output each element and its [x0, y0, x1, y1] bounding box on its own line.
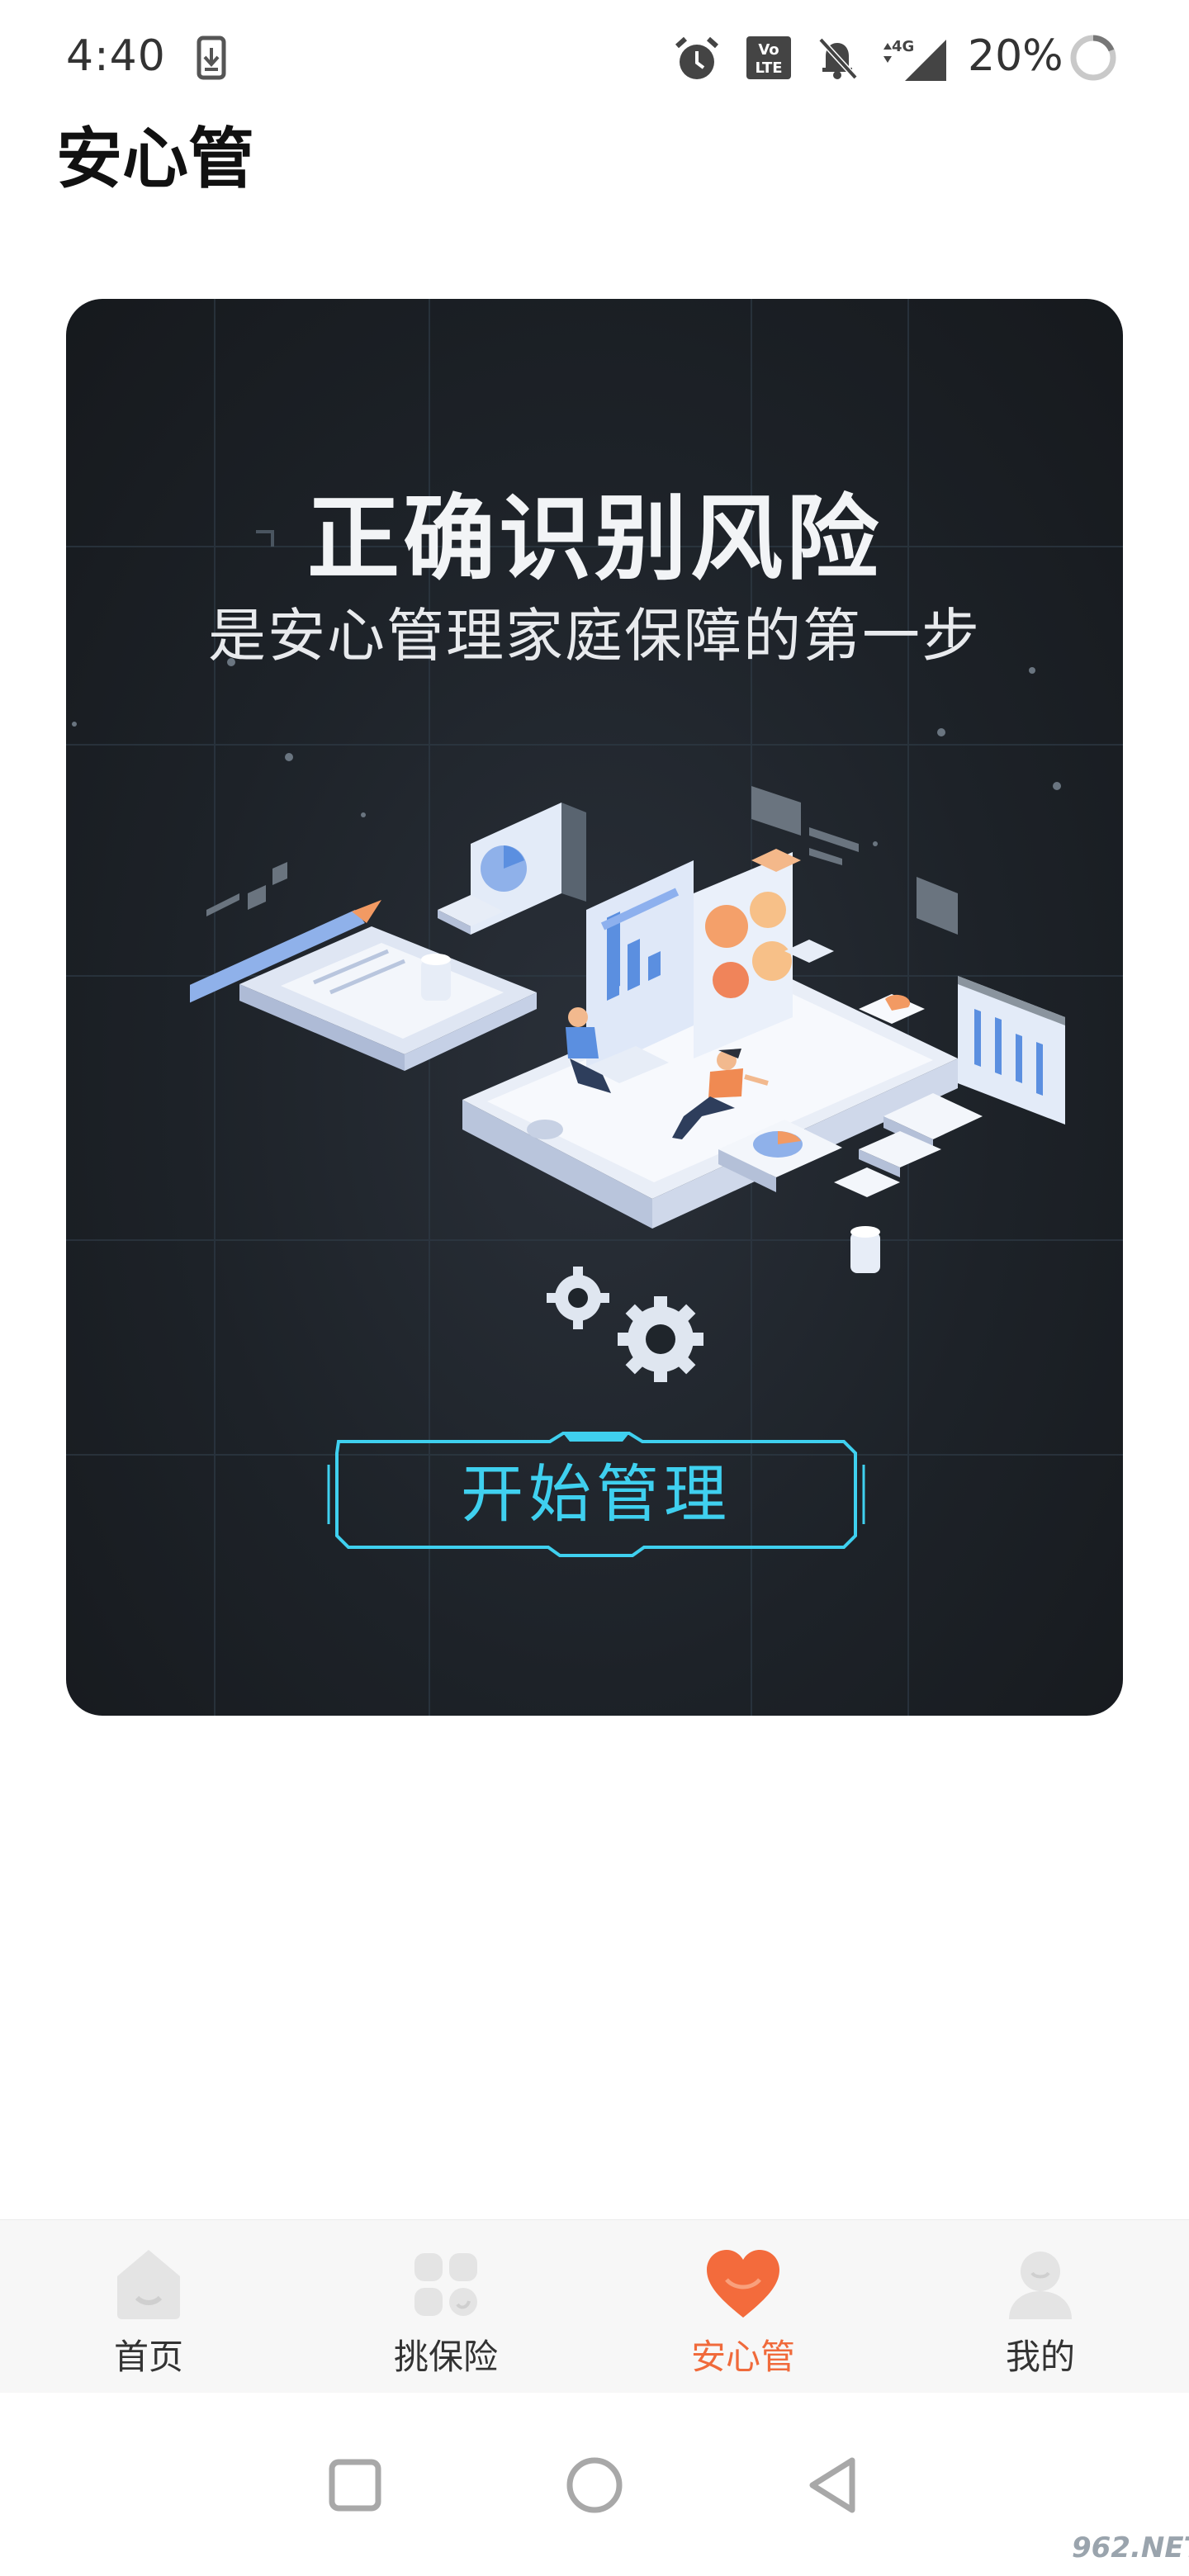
nav-label-home: 首页: [113, 2337, 183, 2377]
nav-label-peace-of-mind: 安心管: [690, 2337, 795, 2377]
svg-text:Vo: Vo: [758, 41, 779, 59]
svg-text:LTE: LTE: [755, 59, 782, 77]
home-circle-icon[interactable]: [553, 2444, 636, 2526]
gear-illustration: [547, 1267, 703, 1382]
recents-icon[interactable]: [314, 2444, 396, 2526]
nav-item-home[interactable]: 首页: [0, 2220, 297, 2394]
bottom-navigation: 首页 挑保险 安心管 我的: [0, 2219, 1189, 2394]
nav-item-choose-insurance[interactable]: 挑保险: [297, 2220, 594, 2394]
nav-label-choose-insurance: 挑保险: [393, 2337, 498, 2377]
network-type: 4G: [892, 38, 914, 55]
start-managing-button[interactable]: 开始管理: [327, 1432, 865, 1557]
nav-label-mine: 我的: [1005, 2337, 1075, 2377]
card-heading: 正确识别风险: [307, 485, 882, 593]
nav-item-peace-of-mind[interactable]: 安心管: [594, 2220, 892, 2394]
status-time: 4:40: [66, 31, 166, 81]
site-watermark: 962.NET: [1072, 2531, 1189, 2564]
start-managing-label: 开始管理: [461, 1457, 732, 1531]
signal-icon: 4G: [880, 35, 951, 81]
home-icon: [117, 2250, 180, 2319]
grid-icon: [414, 2253, 477, 2316]
bar-chart-panel-illustration: [958, 976, 1065, 1125]
card-subheading: 是安心管理家庭保障的第一步: [208, 602, 981, 670]
volte-icon: Vo LTE: [746, 35, 791, 81]
status-bar: 4:40 Vo LTE 4G 20%: [0, 0, 1189, 116]
download-icon: [195, 35, 228, 81]
heart-icon: [707, 2250, 779, 2318]
nav-item-mine[interactable]: 我的: [892, 2220, 1189, 2394]
risk-intro-card: 正确识别风险 是安心管理家庭保障的第一步 开始管理: [66, 299, 1123, 1716]
battery-ring-icon: [1068, 33, 1118, 81]
page-title: 安心管: [56, 121, 254, 197]
battery-percentage: 20%: [968, 31, 1063, 81]
user-icon: [1009, 2252, 1072, 2319]
back-icon[interactable]: [793, 2444, 875, 2526]
system-navigation-bar: [0, 2393, 1189, 2576]
alarm-icon: [672, 35, 722, 81]
bell-off-icon: [814, 35, 860, 81]
